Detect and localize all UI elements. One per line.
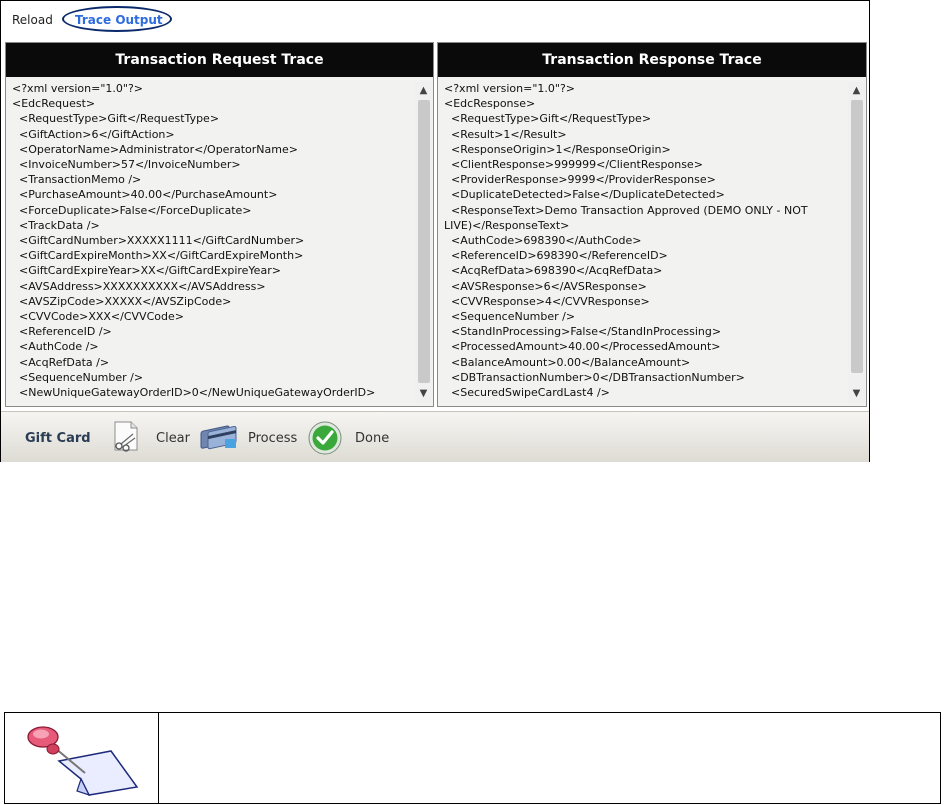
trace-window: Reload Trace Output Transaction Request … — [0, 0, 870, 462]
request-line: <OperatorName>Administrator</OperatorNam… — [12, 142, 298, 156]
request-line: <ForceDuplicate>False</ForceDuplicate> — [12, 203, 252, 217]
response-line: <AcqRefData>698390</AcqRefData> — [444, 264, 663, 278]
request-line: <GiftAction>6</GiftAction> — [12, 127, 175, 141]
request-line: <InvoiceNumber>57</InvoiceNumber> — [12, 158, 241, 172]
request-line: <SequenceNumber /> — [12, 370, 144, 384]
scroll-thumb[interactable] — [418, 100, 430, 383]
response-line: <SequenceNumber /> — [444, 310, 576, 324]
scroll-down-icon[interactable]: ▼ — [848, 387, 865, 401]
request-xml-text: <?xml version="1.0"?> <EdcRequest> <Reque… — [12, 81, 411, 400]
response-line: <AuthCode>698390</AuthCode> — [444, 234, 642, 248]
request-scrollbar[interactable]: ▲ ▼ — [415, 82, 432, 403]
response-line: <ProcessedAmount>40.00</ProcessedAmount> — [444, 340, 721, 354]
request-line: <TrackData /> — [12, 218, 100, 232]
action-bar: Gift Card Clear Process Done — [1, 411, 869, 462]
scroll-up-icon[interactable]: ▲ — [415, 84, 432, 98]
response-line: <DBTransactionNumber>0</DBTransactionNum… — [444, 370, 745, 384]
response-trace-textarea[interactable]: <?xml version="1.0"?> <EdcResponse> <Requ… — [438, 79, 866, 406]
note-box — [4, 712, 941, 804]
request-line: <PurchaseAmount>40.00</PurchaseAmount> — [12, 188, 278, 202]
reload-link[interactable]: Reload — [12, 13, 53, 27]
done-button[interactable]: Done — [355, 431, 389, 446]
request-line: <GiftCardNumber>XXXXX1111</GiftCardNumbe… — [12, 234, 305, 248]
response-line: <StandInProcessing>False</StandInProcess… — [444, 325, 722, 339]
response-line: <SecuredSwipeCardLast4 /> — [444, 386, 610, 400]
response-scrollbar[interactable]: ▲ ▼ — [848, 82, 865, 403]
response-line: <ResponseOrigin>1</ResponseOrigin> — [444, 142, 671, 156]
trace-output-tab[interactable]: Trace Output — [75, 13, 163, 27]
response-line: <?xml version="1.0"?> — [444, 82, 576, 95]
request-line: <GiftCardExpireMonth>XX</GiftCardExpireM… — [12, 249, 304, 263]
request-line: <AVSAddress>XXXXXXXXXX</AVSAddress> — [12, 279, 266, 293]
request-line: <?xml version="1.0"?> — [12, 82, 144, 95]
request-trace-textarea[interactable]: <?xml version="1.0"?> <EdcRequest> <Reque… — [6, 79, 433, 406]
response-line: <ResponseText>Demo Transaction Approved … — [444, 203, 808, 217]
scissors-paper-icon[interactable] — [109, 420, 143, 454]
note-divider — [158, 713, 159, 803]
response-line: <Result>1</Result> — [444, 127, 567, 141]
response-line: <EdcResponse> — [444, 97, 536, 111]
scroll-thumb[interactable] — [851, 100, 863, 373]
request-line: <AuthCode /> — [12, 340, 99, 354]
response-line: <DuplicateDetected>False</DuplicateDetec… — [444, 188, 725, 202]
response-line: <ReferenceID>698390</ReferenceID> — [444, 249, 668, 263]
credit-card-icon[interactable] — [199, 422, 239, 452]
response-line: <CVVResponse>4</CVVResponse> — [444, 294, 650, 308]
response-line: <RequestType>Gift</RequestType> — [444, 112, 652, 126]
scroll-down-icon[interactable]: ▼ — [415, 387, 432, 401]
request-line: <TransactionMemo /> — [12, 173, 142, 187]
response-line: <BalanceAmount>0.00</BalanceAmount> — [444, 355, 691, 369]
request-line: <RequestType>Gift</RequestType> — [12, 112, 220, 126]
response-line: LIVE)</ResponseText> — [444, 218, 570, 232]
toolbar: Reload Trace Output — [1, 1, 869, 39]
request-line: <ReferenceID /> — [12, 325, 112, 339]
response-line: <AVSResponse>6</AVSResponse> — [444, 279, 647, 293]
request-line: <AVSZipCode>XXXXX</AVSZipCode> — [12, 294, 232, 308]
scroll-up-icon[interactable]: ▲ — [848, 84, 865, 98]
request-line: <AcqRefData /> — [12, 355, 110, 369]
request-trace-pane: Transaction Request Trace <?xml version=… — [5, 42, 434, 407]
request-line: <EdcRequest> — [12, 97, 96, 111]
push-pin-note-icon — [27, 726, 139, 797]
clear-button[interactable]: Clear — [156, 431, 190, 446]
request-line: <GiftCardExpireYear>XX</GiftCardExpireYe… — [12, 264, 281, 278]
process-button[interactable]: Process — [248, 431, 297, 446]
request-trace-title: Transaction Request Trace — [6, 43, 433, 77]
response-line: <ClientResponse>999999</ClientResponse> — [444, 158, 703, 172]
response-line: <ProviderResponse>9999</ProviderResponse… — [444, 173, 716, 187]
request-line: <CVVCode>XXX</CVVCode> — [12, 310, 184, 324]
response-xml-text: <?xml version="1.0"?> <EdcResponse> <Requ… — [444, 81, 844, 400]
response-trace-pane: Transaction Response Trace <?xml version… — [437, 42, 867, 407]
request-line: <NewUniqueGatewayOrderID>0</NewUniqueGat… — [12, 386, 376, 400]
gift-card-label: Gift Card — [25, 431, 91, 446]
check-circle-icon[interactable] — [307, 420, 343, 456]
response-trace-title: Transaction Response Trace — [438, 43, 866, 77]
